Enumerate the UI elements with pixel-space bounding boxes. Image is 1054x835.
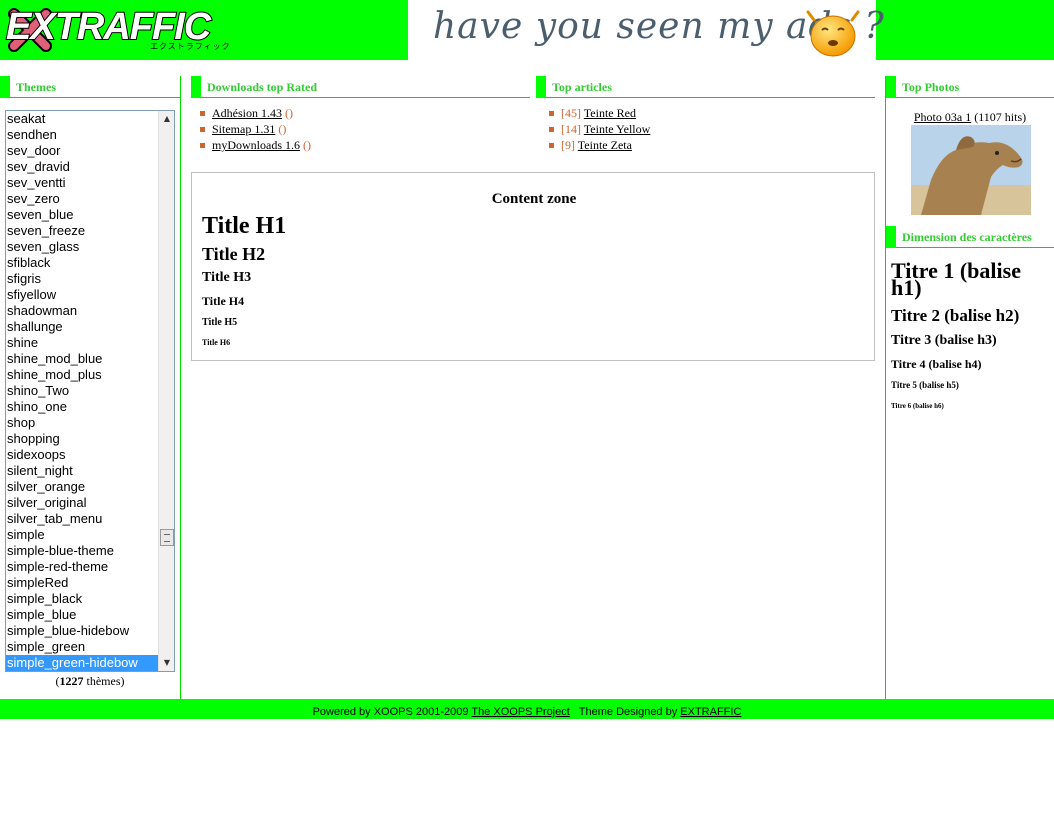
theme-option[interactable]: seven_blue (6, 207, 158, 223)
list-item: myDownloads 1.6 () (191, 137, 521, 153)
theme-option[interactable]: sfiyellow (6, 287, 158, 303)
downloads-list: Adhésion 1.43 () Sitemap 1.31 () myDownl… (191, 105, 521, 153)
right-column-divider (885, 76, 886, 699)
header-bar: EXTRAFFIC エクストラフィック have you seen my ads… (0, 0, 1054, 60)
smiley-icon (806, 10, 860, 57)
ad-banner[interactable]: have you seen my ads ? (408, 0, 884, 60)
theme-option[interactable]: simple-red-theme (6, 559, 158, 575)
theme-count-number: 1227 (59, 674, 84, 688)
bullet-icon (200, 143, 205, 148)
list-item: Adhésion 1.43 () (191, 105, 521, 121)
title-h4: Title H4 (202, 294, 245, 308)
bullet-icon (549, 127, 554, 132)
content-zone: Content zone Title H1 Title H2 Title H3 … (191, 172, 875, 361)
theme-count: (1227 thèmes) (55, 674, 125, 688)
dimension-h1: Titre 1 (balise h1) (891, 258, 1021, 300)
theme-option[interactable]: sev_zero (6, 191, 158, 207)
theme-option[interactable]: seven_freeze (6, 223, 158, 239)
theme-option[interactable]: shine_mod_plus (6, 367, 158, 383)
dimension-h2: Titre 2 (balise h2) (891, 306, 1020, 325)
list-item: Sitemap 1.31 () (191, 121, 521, 137)
theme-option[interactable]: sfiblack (6, 255, 158, 271)
xoops-link[interactable]: The XOOPS Project (471, 706, 569, 718)
article-link[interactable]: Teinte Zeta (578, 138, 632, 152)
dimension-h3: Titre 3 (balise h3) (891, 333, 997, 348)
bullet-icon (200, 127, 205, 132)
scroll-thumb[interactable] (160, 529, 174, 546)
theme-option[interactable]: shadowman (6, 303, 158, 319)
photo-link[interactable]: Photo 03a 1 (914, 110, 971, 124)
theme-option[interactable]: sidexoops (6, 447, 158, 463)
dimension-h6: Titre 6 (balise h6) (891, 402, 944, 410)
site-logo[interactable]: EXTRAFFIC エクストラフィック (0, 0, 240, 60)
theme-option[interactable]: sev_dravid (6, 159, 158, 175)
theme-option[interactable]: simple_blue (6, 607, 158, 623)
photo-caption: Photo 03a 1 (1107 hits) (913, 110, 1027, 124)
dimension-h4: Titre 4 (balise h4) (891, 357, 982, 371)
left-column-divider (180, 76, 181, 699)
list-item: [9] Teinte Zeta (540, 137, 870, 153)
theme-option[interactable]: shop (6, 415, 158, 431)
theme-option[interactable]: seven_glass (6, 239, 158, 255)
theme-list-scrollbar[interactable]: ▲ ▼ (158, 111, 174, 671)
theme-option[interactable]: simple (6, 527, 158, 543)
theme-option[interactable]: sev_door (6, 143, 158, 159)
downloads-block-title: Downloads top Rated (191, 76, 530, 98)
articles-list: [45] Teinte Red [14] Teinte Yellow [9] T… (540, 105, 870, 153)
title-h5: Title H5 (202, 317, 238, 328)
download-link[interactable]: Adhésion 1.43 (212, 106, 282, 120)
bullet-icon (549, 111, 554, 116)
dimension-h5: Titre 5 (balise h5) (891, 380, 959, 390)
dimension-block-title: Dimension des caractères (886, 226, 1054, 248)
bullet-icon (549, 143, 554, 148)
content-zone-title: Content zone (491, 191, 577, 207)
title-h2: Title H2 (202, 244, 266, 264)
bullet-icon (200, 111, 205, 116)
scroll-down-icon[interactable]: ▼ (159, 655, 174, 671)
title-h3: Title H3 (202, 270, 252, 285)
camel-photo[interactable] (911, 125, 1031, 215)
theme-option[interactable]: shopping (6, 431, 158, 447)
title-h6: Title H6 (202, 338, 231, 347)
logo-kana: エクストラフィック (150, 42, 231, 51)
theme-option[interactable]: sfigris (6, 271, 158, 287)
theme-option[interactable]: simple_black (6, 591, 158, 607)
theme-option[interactable]: simple_green (6, 639, 158, 655)
theme-option[interactable]: simple-blue-theme (6, 543, 158, 559)
article-link[interactable]: Teinte Red (584, 106, 636, 120)
theme-select-list[interactable]: seakat sendhen sev_door sev_dravid sev_ventt… (5, 110, 175, 672)
theme-option[interactable]: shine_mod_blue (6, 351, 158, 367)
footer-bar: Powered by XOOPS 2001-2009 The XOOPS Pro… (0, 699, 1054, 719)
themes-block-title: Themes (0, 76, 181, 98)
theme-option[interactable]: silent_night (6, 463, 158, 479)
theme-option[interactable]: shino_Two (6, 383, 158, 399)
download-link[interactable]: myDownloads 1.6 (212, 138, 300, 152)
theme-option[interactable]: silver_orange (6, 479, 158, 495)
articles-block-title: Top articles (536, 76, 875, 98)
theme-option[interactable]: sendhen (6, 127, 158, 143)
list-item: [45] Teinte Red (540, 105, 870, 121)
theme-option[interactable]: sev_ventti (6, 175, 158, 191)
theme-option[interactable]: shine (6, 335, 158, 351)
scroll-up-icon[interactable]: ▲ (159, 111, 174, 127)
theme-option[interactable]: simple_blue-hidebow (6, 623, 158, 639)
theme-option[interactable]: seakat (6, 111, 158, 127)
theme-option[interactable]: shallunge (6, 319, 158, 335)
theme-option[interactable]: silver_original (6, 495, 158, 511)
theme-option[interactable]: shino_one (6, 399, 158, 415)
download-link[interactable]: Sitemap 1.31 (212, 122, 275, 136)
theme-option[interactable]: silver_tab_menu (6, 511, 158, 527)
title-h1: Title H1 (202, 213, 287, 239)
article-link[interactable]: Teinte Yellow (584, 122, 651, 136)
theme-option[interactable]: simpleRed (6, 575, 158, 591)
designer-link[interactable]: EXTRAFFIC (680, 706, 741, 718)
theme-options: seakat sendhen sev_door sev_dravid sev_ventt… (6, 111, 174, 671)
theme-option[interactable]: simple_green-hidebow (6, 655, 158, 671)
list-item: [14] Teinte Yellow (540, 121, 870, 137)
photos-block-title: Top Photos (886, 76, 1054, 98)
